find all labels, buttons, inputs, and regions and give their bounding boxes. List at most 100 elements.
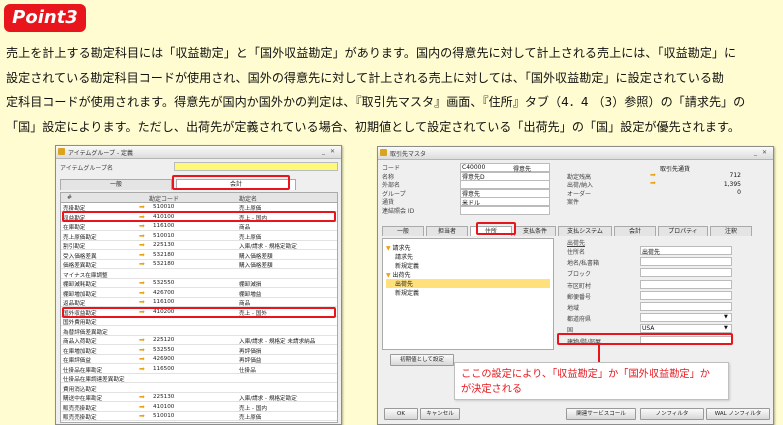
nav-filter-button-2[interactable]: WAL ノンフィルタ	[706, 408, 770, 420]
tab-bp-7[interactable]: 注釈	[710, 226, 752, 236]
table-row[interactable]: マイナス在庫調整	[61, 270, 337, 279]
minimize-icon[interactable]: _	[754, 149, 757, 156]
row-account-name: 棚卸増益	[239, 291, 262, 298]
link-arrow-icon[interactable]: ➡	[139, 289, 145, 297]
table-row[interactable]: 売上原価勘定 ➡ 510010 売上原価	[61, 232, 337, 241]
row-account-type: 返品勘定	[63, 301, 86, 307]
close-icon[interactable]: ✕	[762, 149, 767, 156]
tree-item-bill-new[interactable]: 新規定義	[395, 261, 419, 270]
table-row[interactable]: 在庫評価益 ➡ 426900 再評価益	[61, 355, 337, 365]
address-field-input[interactable]	[640, 290, 732, 300]
table-row[interactable]: 棚卸減耗勘定 ➡ 532550 棚卸減損	[61, 279, 337, 289]
tab-bp-3[interactable]: 支払条件	[514, 226, 556, 236]
row-account-code: 510010	[153, 232, 175, 239]
address-tree: ▼ 請求先 請求先 新規定義 ▼ 出荷先 出荷先 新規定義	[382, 238, 554, 350]
row-account-code: 116500	[153, 365, 175, 372]
bill-to-header[interactable]: ▼ 請求先	[386, 243, 411, 252]
bp-tabs: 一般 担当者 住所 支払条件 支払システム 会計 プロパティ 注釈	[382, 226, 754, 236]
tab-general[interactable]: 一般	[60, 179, 172, 190]
row-account-code: 532180	[153, 261, 175, 267]
bp-balance-value: 1,395	[723, 180, 741, 188]
window-app-icon	[380, 149, 387, 156]
table-row[interactable]: 在庫増加勘定 ➡ 532550 再評価損	[61, 346, 337, 355]
link-arrow-icon[interactable]: ➡	[139, 251, 145, 259]
link-arrow-icon[interactable]: ➡	[139, 412, 145, 420]
row-account-type: 受入価格差異	[63, 253, 97, 260]
table-row[interactable]: 費用消込勘定	[61, 384, 337, 393]
tree-item-ship-new[interactable]: 新規定義	[395, 288, 419, 297]
table-row[interactable]: 販売売掛勘定 ➡ 510010 売上原価	[61, 412, 337, 422]
table-row[interactable]: 仕掛品在庫調達差異勘定	[61, 374, 337, 384]
tab-bp-4[interactable]: 支払システム	[558, 226, 612, 236]
link-arrow-icon[interactable]: ➡	[139, 241, 145, 249]
address-field-input[interactable]	[640, 313, 732, 323]
link-arrow-icon[interactable]: ➡	[139, 232, 145, 240]
set-default-button[interactable]: 初期値として設定	[390, 354, 454, 366]
ship-to-header[interactable]: ▼ 出荷先	[386, 270, 411, 279]
tree-item-ship-to[interactable]: 出荷先	[386, 279, 550, 288]
related-service-call-button[interactable]: 関連サービスコール	[566, 408, 636, 420]
link-arrow-icon[interactable]: ➡	[139, 365, 145, 373]
minimize-icon[interactable]: _	[322, 148, 325, 155]
row-account-type: マイナス在庫調整	[63, 272, 108, 279]
chevron-down-icon[interactable]: ▼	[724, 314, 728, 320]
nav-filter-button[interactable]: ノンフィルタ	[640, 408, 704, 420]
row-account-name: 売上原価	[239, 234, 262, 241]
tab-bp-5[interactable]: 会計	[614, 226, 656, 236]
address-field-input[interactable]	[640, 268, 732, 278]
group-name-input[interactable]	[174, 162, 338, 171]
row-account-type: 棚卸減耗勘定	[63, 282, 97, 288]
link-arrow-icon[interactable]: ➡	[139, 346, 145, 354]
description: 売上を計上する勘定科目には「収益勘定」と「国外収益勘定」があります。国内の得意先…	[6, 41, 778, 139]
chevron-down-icon[interactable]: ▼	[724, 325, 728, 331]
table-row[interactable]: 返品勘定 ➡ 116100 商品	[61, 298, 337, 308]
tree-item-bill-to[interactable]: 請求先	[395, 252, 413, 261]
link-arrow-icon[interactable]: ➡	[139, 403, 145, 411]
table-row[interactable]: 棚卸増加勘定 ➡ 426700 棚卸増益	[61, 289, 337, 298]
link-arrow-icon[interactable]: ➡	[139, 222, 145, 230]
close-icon[interactable]: ✕	[330, 148, 335, 155]
row-account-type: 在庫勘定	[63, 225, 86, 231]
table-row[interactable]: 販売売掛勘定 ➡ 410100 売上 - 国内	[61, 403, 337, 412]
row-account-code: 510010	[153, 204, 175, 210]
row-account-type: 売上原価勘定	[63, 234, 97, 241]
table-row[interactable]: 在庫勘定 ➡ 116100 商品	[61, 222, 337, 232]
link-arrow-icon[interactable]: ➡	[139, 260, 145, 268]
tab-bp-6[interactable]: プロパティ	[658, 226, 708, 236]
address-field-input[interactable]	[640, 279, 732, 289]
row-account-name: 購入価格差額	[239, 253, 273, 260]
bp-balance-value: 0	[737, 189, 741, 196]
callout-note: ここの設定により、「収益勘定」か「国外収益勘定」か が決定される	[454, 362, 729, 400]
address-field-input[interactable]	[640, 302, 732, 311]
link-arrow-icon[interactable]: ➡	[139, 203, 145, 211]
link-arrow-icon[interactable]: ➡	[139, 336, 145, 344]
link-arrow-icon[interactable]: ➡	[650, 171, 656, 179]
group-name-label: アイテムグループ名	[60, 165, 114, 172]
callout-connector	[598, 345, 600, 362]
table-row[interactable]: 割引勘定 ➡ 225130 入庫/請求 - 規格定勘定	[61, 241, 337, 251]
link-arrow-icon[interactable]: ➡	[139, 298, 145, 306]
cancel-button[interactable]: キャンセル	[420, 408, 460, 420]
col-header-name: 勘定名	[239, 196, 258, 203]
table-row[interactable]: 価格差異勘定 ➡ 532180 購入価格差額	[61, 260, 337, 270]
table-row[interactable]: 国外費用勘定	[61, 317, 337, 327]
table-row[interactable]: 購送中在庫勘定 ➡ 225130 入庫/請求 - 規格定勘定	[61, 393, 337, 403]
bill-to-header-label: 請求先	[392, 245, 411, 252]
link-arrow-icon[interactable]: ➡	[139, 355, 145, 363]
description-line: 「国」設定によります。ただし、出荷先が定義されている場合、初期値として設定されて…	[6, 119, 740, 134]
table-row[interactable]: 為替評価差異勘定	[61, 327, 337, 336]
table-row[interactable]: 受入価格差異 ➡ 532180 購入価格差額	[61, 251, 337, 260]
address-field-input[interactable]	[640, 257, 732, 267]
bp-field-input[interactable]	[460, 205, 550, 215]
link-arrow-icon[interactable]: ➡	[650, 179, 656, 187]
table-row[interactable]: 仕掛品在庫勘定 ➡ 116500 仕掛品	[61, 365, 337, 374]
link-arrow-icon[interactable]: ➡	[139, 393, 145, 401]
ok-button[interactable]: OK	[384, 408, 418, 420]
bp-balance-label: 案件	[567, 199, 580, 206]
tab-bp-1[interactable]: 担当者	[426, 226, 468, 236]
tab-bp-0[interactable]: 一般	[382, 226, 424, 236]
link-arrow-icon[interactable]: ➡	[139, 279, 145, 287]
window-title: 取引先マスタ	[390, 151, 427, 158]
table-row[interactable]: 商品入荷勘定 ➡ 225120 入庫/請求 - 規格定 未請求納品	[61, 336, 337, 346]
row-account-code: 225120	[153, 337, 175, 343]
